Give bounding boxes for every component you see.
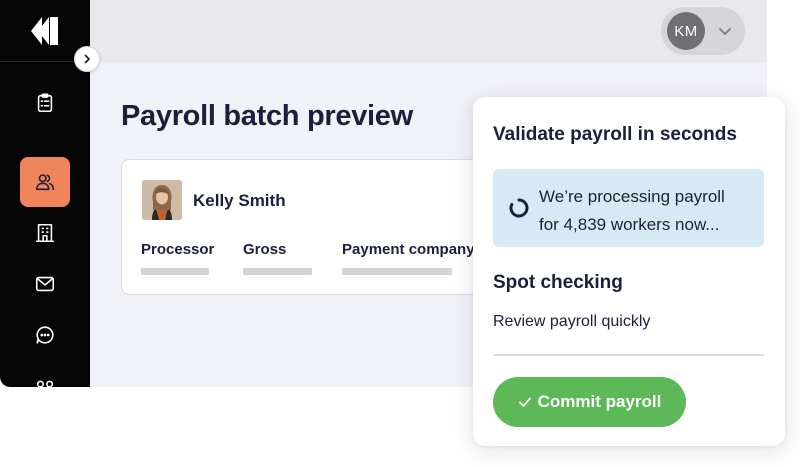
person-photo xyxy=(142,180,182,220)
clipboard-icon xyxy=(37,93,53,113)
commit-button-label: Commit payroll xyxy=(537,392,662,411)
processing-line: for 4,839 workers now... xyxy=(539,215,720,234)
sidebar-item-people[interactable] xyxy=(20,157,70,207)
validation-panel: Validate payroll in seconds We’re proces… xyxy=(473,97,785,446)
users-icon xyxy=(35,174,55,191)
sidebar-item-companies[interactable] xyxy=(20,208,70,258)
checkmark-icon xyxy=(518,397,531,407)
column-header-gross: Gross xyxy=(243,241,287,258)
brand-logo[interactable] xyxy=(28,14,62,48)
sidebar-item-tasks[interactable] xyxy=(20,78,70,128)
building-icon xyxy=(35,223,55,243)
column-header-payment-company: Payment company xyxy=(342,241,475,258)
chevron-right-icon xyxy=(84,54,90,64)
processing-text: We’re processing payroll for 4,839 worke… xyxy=(539,183,754,239)
sidebar-item-chat[interactable] xyxy=(20,310,70,360)
person-name: Kelly Smith xyxy=(193,191,286,210)
avatar: KM xyxy=(667,12,705,50)
employee-card[interactable]: Kelly Smith Processor Gross Payment comp… xyxy=(121,159,521,295)
divider xyxy=(493,354,764,356)
placeholder-bar xyxy=(342,268,452,275)
loading-spinner-icon xyxy=(509,198,529,218)
processing-line: We’re processing payroll xyxy=(539,187,725,206)
sidebar-collapse-button[interactable] xyxy=(74,46,100,72)
placeholder-bar xyxy=(141,268,209,275)
sidebar-item-apps[interactable] xyxy=(20,361,70,387)
page-title: Payroll batch preview xyxy=(121,100,413,132)
mail-icon xyxy=(35,276,55,292)
commit-payroll-button[interactable]: Commit payroll xyxy=(493,377,686,427)
chevron-down-icon xyxy=(719,28,731,35)
section-description: Review payroll quickly xyxy=(493,313,651,330)
section-title: Spot checking xyxy=(493,272,623,293)
user-menu[interactable]: KM xyxy=(661,7,745,55)
column-header-processor: Processor xyxy=(141,241,215,258)
processing-status: We’re processing payroll for 4,839 worke… xyxy=(493,169,764,247)
panel-title: Validate payroll in seconds xyxy=(493,124,737,145)
top-bar: KM xyxy=(90,0,767,62)
grid-icon xyxy=(36,380,54,387)
placeholder-bar xyxy=(243,268,312,275)
chat-bubble-icon xyxy=(36,326,54,344)
sidebar-item-mail[interactable] xyxy=(20,259,70,309)
